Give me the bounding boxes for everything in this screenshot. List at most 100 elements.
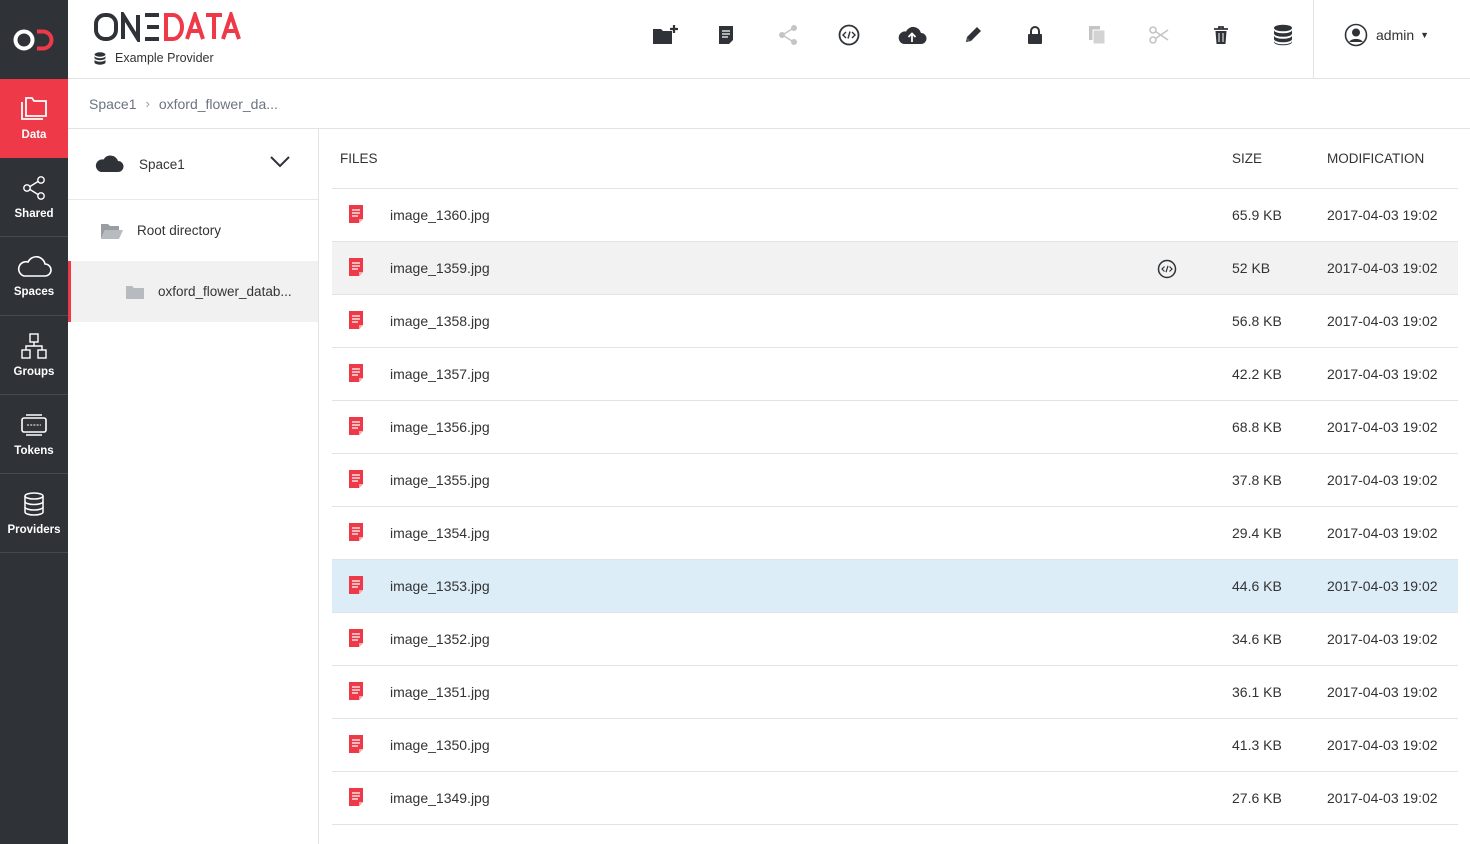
onedata-logo[interactable]: [94, 12, 242, 42]
permissions-button[interactable]: [1022, 22, 1048, 48]
tree-item-label: oxford_flower_datab...: [158, 284, 292, 299]
main-sidebar: Data Shared Spaces Groups Tokens Provide…: [0, 0, 68, 844]
groups-icon: [21, 333, 47, 359]
top-header: Example Provider admin ▼: [68, 0, 1470, 79]
file-name: image_1351.jpg: [390, 684, 490, 700]
onedata-logo-mark[interactable]: [0, 0, 68, 79]
file-row[interactable]: image_1352.jpg 34.6 KB 2017-04-03 19:02: [332, 613, 1458, 666]
file-name: image_1356.jpg: [390, 419, 490, 435]
file-name: image_1349.jpg: [390, 790, 490, 806]
file-modified: 2017-04-03 19:02: [1327, 260, 1438, 276]
provider-label: Example Provider: [94, 51, 214, 65]
metadata-code-icon[interactable]: [1157, 259, 1177, 279]
chevron-down-icon[interactable]: [270, 156, 290, 168]
user-menu[interactable]: admin ▼: [1344, 22, 1429, 48]
share-icon: [779, 25, 797, 45]
file-icon: [349, 629, 363, 647]
cloud-upload-icon: [898, 26, 927, 44]
file-modified: 2017-04-03 19:02: [1327, 684, 1438, 700]
copy-button[interactable]: [1084, 22, 1110, 48]
nav-item-shared[interactable]: Shared: [0, 158, 68, 237]
column-header-files[interactable]: FILES: [340, 151, 378, 166]
provider-name: Example Provider: [115, 51, 214, 65]
tree-item-root-directory[interactable]: Root directory: [68, 200, 318, 261]
share-icon: [23, 176, 45, 200]
file-row[interactable]: image_1355.jpg 37.8 KB 2017-04-03 19:02: [332, 454, 1458, 507]
file-modified: 2017-04-03 19:02: [1327, 472, 1438, 488]
delete-button[interactable]: [1208, 22, 1234, 48]
file-size: 68.8 KB: [1232, 419, 1282, 435]
share-button[interactable]: [775, 22, 801, 48]
column-header-size[interactable]: SIZE: [1232, 151, 1262, 166]
file-name: image_1358.jpg: [390, 313, 490, 329]
column-header-modification[interactable]: MODIFICATION: [1327, 151, 1424, 166]
file-name: image_1354.jpg: [390, 525, 490, 541]
file-row[interactable]: image_1351.jpg 36.1 KB 2017-04-03 19:02: [332, 666, 1458, 719]
cut-button[interactable]: [1146, 22, 1172, 48]
file-row[interactable]: image_1354.jpg 29.4 KB 2017-04-03 19:02: [332, 507, 1458, 560]
breadcrumb-item-space[interactable]: Space1: [89, 96, 136, 112]
space-name: Space1: [139, 156, 185, 172]
nav-item-spaces[interactable]: Spaces: [0, 237, 68, 316]
file-row[interactable]: image_1353.jpg 44.6 KB 2017-04-03 19:02: [332, 560, 1458, 613]
nav-item-groups[interactable]: Groups: [0, 316, 68, 395]
file-name: image_1359.jpg: [390, 260, 490, 276]
file-modified: 2017-04-03 19:02: [1327, 631, 1438, 647]
file-icon: [349, 364, 363, 382]
file-icon: [349, 470, 363, 488]
nav-item-data[interactable]: Data: [0, 79, 68, 158]
file-size: 36.1 KB: [1232, 684, 1282, 700]
new-file-button[interactable]: [713, 22, 739, 48]
file-row[interactable]: image_1349.jpg 27.6 KB 2017-04-03 19:02: [332, 772, 1458, 825]
upload-button[interactable]: [896, 22, 928, 48]
file-list: image_1360.jpg 65.9 KB 2017-04-03 19:02 ima…: [332, 189, 1458, 825]
nav-item-label: Tokens: [14, 445, 54, 457]
file-icon: [349, 576, 363, 594]
file-list-header: FILES SIZE MODIFICATION: [332, 129, 1458, 189]
file-row[interactable]: image_1357.jpg 42.2 KB 2017-04-03 19:02: [332, 348, 1458, 401]
user-name: admin: [1376, 27, 1415, 43]
file-size: 37.8 KB: [1232, 472, 1282, 488]
file-size: 44.6 KB: [1232, 578, 1282, 594]
distribution-button[interactable]: [1270, 22, 1296, 48]
od-logo-icon: [13, 29, 54, 50]
nav-item-tokens[interactable]: Tokens: [0, 395, 68, 474]
file-modified: 2017-04-03 19:02: [1327, 737, 1438, 753]
file-icon: [349, 735, 363, 753]
nav-item-label: Providers: [7, 524, 61, 536]
file-size: 41.3 KB: [1232, 737, 1282, 753]
chevron-down-icon: ▼: [1420, 30, 1430, 40]
file-modified: 2017-04-03 19:02: [1327, 313, 1438, 329]
file-row[interactable]: image_1360.jpg 65.9 KB 2017-04-03 19:02: [332, 189, 1458, 242]
nav-item-label: Groups: [13, 366, 55, 378]
trash-icon: [1214, 26, 1228, 44]
nav-item-label: Spaces: [13, 286, 55, 298]
chevron-right-icon: ›: [145, 96, 150, 111]
file-name: image_1352.jpg: [390, 631, 490, 647]
file-icon: [349, 205, 363, 223]
file-row[interactable]: image_1356.jpg 68.8 KB 2017-04-03 19:02: [332, 401, 1458, 454]
metadata-button[interactable]: [836, 22, 862, 48]
onedata-wordmark-icon: [94, 12, 241, 42]
file-icon: [349, 311, 363, 329]
file-icon: [349, 788, 363, 806]
database-icon: [1274, 24, 1292, 46]
file-row[interactable]: image_1350.jpg 41.3 KB 2017-04-03 19:02: [332, 719, 1458, 772]
folders-icon: [21, 97, 47, 120]
space-selector[interactable]: Space1: [68, 129, 318, 200]
user-avatar-icon: [1344, 23, 1368, 47]
lock-icon: [1028, 26, 1042, 44]
new-directory-button[interactable]: [652, 22, 678, 48]
file-icon: [349, 682, 363, 700]
database-icon: [94, 51, 106, 65]
folder-icon: [126, 285, 144, 299]
breadcrumb-item-directory[interactable]: oxford_flower_da...: [159, 96, 278, 112]
file-modified: 2017-04-03 19:02: [1327, 578, 1438, 594]
file-row[interactable]: image_1359.jpg 52 KB 2017-04-03 19:02: [332, 242, 1458, 295]
file-row[interactable]: image_1358.jpg 56.8 KB 2017-04-03 19:02: [332, 295, 1458, 348]
rename-button[interactable]: [960, 22, 986, 48]
tree-item-oxford-flower[interactable]: oxford_flower_datab...: [68, 261, 318, 322]
nav-item-providers[interactable]: Providers: [0, 474, 68, 553]
file-modified: 2017-04-03 19:02: [1327, 366, 1438, 382]
folder-open-icon: [101, 223, 123, 239]
